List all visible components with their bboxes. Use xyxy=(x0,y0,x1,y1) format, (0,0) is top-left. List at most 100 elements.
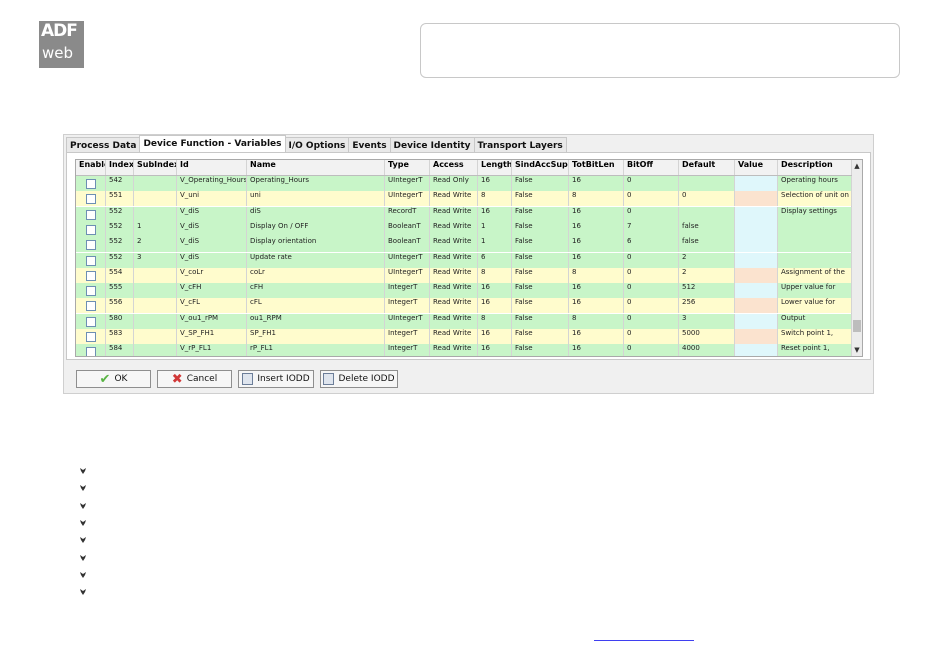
cell-length: 1 xyxy=(478,221,512,237)
hyperlink-underline[interactable] xyxy=(594,640,694,641)
scroll-up-icon[interactable]: ▲ xyxy=(852,160,862,172)
tab-events[interactable]: Events xyxy=(348,137,391,153)
column-header-tot-bit-len[interactable]: TotBitLen xyxy=(569,160,624,175)
delete-iodd-button[interactable]: Delete IODD xyxy=(320,370,398,388)
cell-length: 8 xyxy=(478,267,512,283)
insert-iodd-button[interactable]: Insert IODD xyxy=(238,370,314,388)
table-row[interactable]: 554 V_coLr coLr UIntegerT Read Write 8 False 8 0… xyxy=(76,267,852,283)
tab-process-data[interactable]: Process Data xyxy=(66,137,141,153)
cell-name: uni xyxy=(247,191,385,207)
cell-value[interactable] xyxy=(735,298,778,314)
table-row[interactable]: 551 V_uni uni UIntegerT Read Write 8 False 8 0 0 S… xyxy=(76,191,852,207)
cell-tot-bit-len: 16 xyxy=(569,252,624,268)
ok-button[interactable]: ✔ OK xyxy=(76,370,151,388)
cell-tot-bit-len: 16 xyxy=(569,283,624,299)
button-bar: ✔ OK ✖ Cancel Insert IODD Delete IODD xyxy=(66,363,869,389)
cell-value[interactable] xyxy=(735,237,778,253)
cell-value[interactable] xyxy=(735,191,778,207)
column-header-value[interactable]: Value xyxy=(735,160,778,175)
scroll-thumb[interactable] xyxy=(853,320,861,332)
tab-device-identity[interactable]: Device Identity xyxy=(389,137,475,153)
cancel-button[interactable]: ✖ Cancel xyxy=(157,370,232,388)
bullet-arrow-icon xyxy=(79,502,87,510)
enable-checkbox[interactable] xyxy=(86,240,96,251)
cross-icon: ✖ xyxy=(171,371,183,387)
column-header-index[interactable]: Index xyxy=(106,160,134,175)
tab-transport-layers[interactable]: Transport Layers xyxy=(473,137,567,153)
table-row[interactable]: 552 1 V_diS Display On / OFF BooleanT Read Wr… xyxy=(76,221,852,237)
cell-value[interactable] xyxy=(735,176,778,191)
cell-default xyxy=(679,206,735,222)
cell-id: V_diS xyxy=(177,237,247,253)
cell-description: Output xyxy=(778,313,852,329)
column-header-enable[interactable]: Enable xyxy=(76,160,106,175)
table-row[interactable]: 552 V_diS diS RecordT Read Write 16 False 16 0 Di… xyxy=(76,206,852,222)
cell-value[interactable] xyxy=(735,267,778,283)
enable-checkbox[interactable] xyxy=(86,209,96,220)
vertical-scrollbar[interactable]: ▲ ▼ xyxy=(851,160,862,356)
check-icon: ✔ xyxy=(99,371,111,387)
bullet-arrow-icon xyxy=(79,554,87,562)
table-row[interactable]: 552 2 V_diS Display orientation BooleanT Read… xyxy=(76,237,852,253)
table-row[interactable]: 580 V_ou1_rPM ou1_RPM UIntegerT Read Write 8 F… xyxy=(76,313,852,329)
cell-value[interactable] xyxy=(735,252,778,268)
cell-access: Read Write xyxy=(430,267,478,283)
cell-subindex xyxy=(134,298,177,314)
enable-cell xyxy=(76,313,106,329)
enable-checkbox[interactable] xyxy=(86,301,96,312)
cell-value[interactable] xyxy=(735,329,778,344)
enable-checkbox[interactable] xyxy=(86,224,96,235)
column-header-type[interactable]: Type xyxy=(385,160,430,175)
table-row[interactable]: 542 V_Operating_Hours Operating_Hours UInte… xyxy=(76,176,852,191)
table-row[interactable]: 584 V_rP_FL1 rP_FL1 IntegerT Read Write 16 Fal… xyxy=(76,344,852,356)
bullet-arrow-icon xyxy=(79,467,87,475)
column-header-access[interactable]: Access xyxy=(430,160,478,175)
enable-checkbox[interactable] xyxy=(86,270,96,281)
table-row[interactable]: 552 3 V_diS Update rate UIntegerT Read Write 6… xyxy=(76,252,852,268)
enable-checkbox[interactable] xyxy=(86,332,96,342)
enable-checkbox[interactable] xyxy=(86,286,96,297)
cell-name: Display orientation xyxy=(247,237,385,253)
enable-checkbox[interactable] xyxy=(86,194,96,205)
enable-checkbox[interactable] xyxy=(86,347,96,356)
table-header: EnableIndexSubIndexIdNameTypeAccessLengt… xyxy=(76,160,852,176)
cell-access: Read Write xyxy=(430,313,478,329)
enable-checkbox[interactable] xyxy=(86,179,96,189)
tab-i-o-options[interactable]: I/O Options xyxy=(284,137,350,153)
column-header-subindex[interactable]: SubIndex xyxy=(134,160,177,175)
cell-type: BooleanT xyxy=(385,221,430,237)
logo-text-web: web xyxy=(42,44,74,62)
enable-checkbox[interactable] xyxy=(86,316,96,327)
enable-checkbox[interactable] xyxy=(86,255,96,266)
cell-access: Read Write xyxy=(430,329,478,344)
cell-value[interactable] xyxy=(735,344,778,356)
cell-value[interactable] xyxy=(735,206,778,222)
cell-sind-acc-supp: False xyxy=(512,176,569,191)
column-header-length[interactable]: Length xyxy=(478,160,512,175)
tab-device-function-variables[interactable]: Device Function - Variables xyxy=(139,135,286,153)
scroll-down-icon[interactable]: ▼ xyxy=(852,344,862,356)
column-header-default[interactable]: Default xyxy=(679,160,735,175)
cell-length: 6 xyxy=(478,252,512,268)
cell-value[interactable] xyxy=(735,221,778,237)
table-row[interactable]: 583 V_SP_FH1 SP_FH1 IntegerT Read Write 16 Fal… xyxy=(76,329,852,344)
column-header-name[interactable]: Name xyxy=(247,160,385,175)
cell-name: SP_FH1 xyxy=(247,329,385,344)
cell-id: V_cFL xyxy=(177,298,247,314)
column-header-bit-off[interactable]: BitOff xyxy=(624,160,679,175)
cell-bit-off: 0 xyxy=(624,176,679,191)
cell-value[interactable] xyxy=(735,283,778,299)
column-header-id[interactable]: Id xyxy=(177,160,247,175)
cell-index: 542 xyxy=(106,176,134,191)
cell-type: IntegerT xyxy=(385,344,430,356)
table-row[interactable]: 556 V_cFL cFL IntegerT Read Write 16 False 16 0 2… xyxy=(76,298,852,314)
cell-default: 2 xyxy=(679,252,735,268)
cell-type: BooleanT xyxy=(385,237,430,253)
cell-description: Lower value for xyxy=(778,298,852,314)
cell-id: V_rP_FL1 xyxy=(177,344,247,356)
column-header-sind-acc-supp[interactable]: SindAccSupp xyxy=(512,160,569,175)
column-header-description[interactable]: Description xyxy=(778,160,852,175)
cell-value[interactable] xyxy=(735,313,778,329)
table-row[interactable]: 555 V_cFH cFH IntegerT Read Write 16 False 16 0 5… xyxy=(76,283,852,299)
cell-default: 2 xyxy=(679,267,735,283)
